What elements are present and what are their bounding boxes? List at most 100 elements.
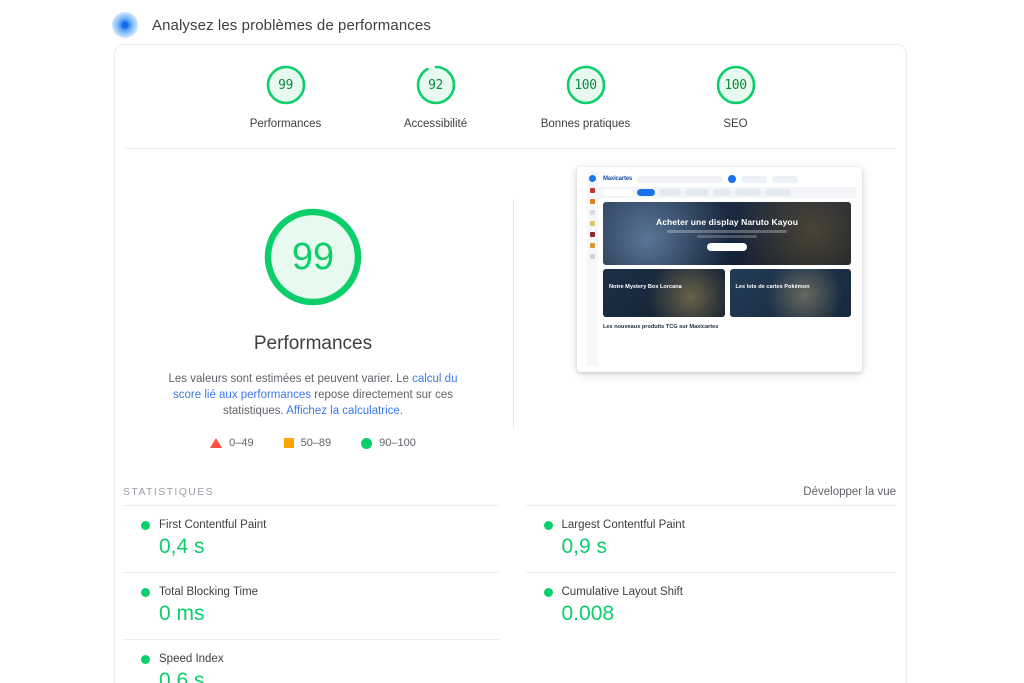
screenshot-side-rail (587, 171, 598, 366)
category-bonnes-pratiques[interactable]: 100 Bonnes pratiques (537, 63, 635, 130)
screenshot-hero-banner: Acheter une display Naruto Kayou (603, 202, 851, 265)
screenshot-search-field (637, 175, 724, 183)
rail-icon-3 (590, 210, 595, 215)
gauge-overall-value: 99 (291, 235, 335, 278)
screenshot-support-link (741, 175, 768, 183)
screenshot-promo-cards: Notre Mystery Box Lorcana Les lots de ca… (603, 269, 851, 317)
category-accessibilite[interactable]: 92 Accessibilité (387, 63, 485, 130)
metric-name: Cumulative Layout Shift (561, 586, 683, 598)
metric-row[interactable]: First Contentful Paint 0,4 s (123, 505, 500, 572)
category-seo[interactable]: 100 SEO (687, 63, 785, 130)
gauge-value: 100 (574, 77, 597, 93)
gauge-accessibilite: 92 (414, 63, 458, 107)
category-label: Bonnes pratiques (540, 118, 631, 130)
page-title: Analysez les problèmes de performances (152, 16, 431, 34)
nav-active-chip (637, 189, 655, 196)
metric-name: First Contentful Paint (159, 519, 267, 531)
calculator-link[interactable]: Affichez la calculatrice (286, 405, 400, 417)
screenshot-hero-subline-1 (667, 229, 787, 233)
nav-chip-5 (735, 189, 761, 196)
screenshot-navbar (598, 187, 856, 198)
screenshot-account-link (772, 175, 799, 183)
final-screenshot-thumbnail[interactable]: Maxicartes Acheter une display Naruto Ka… (577, 167, 862, 372)
category-label: Performances (249, 118, 322, 130)
metric-header: Largest Contentful Paint (526, 519, 897, 531)
nav-chip-3 (685, 189, 709, 196)
metric-row[interactable]: Total Blocking Time 0 ms (123, 572, 500, 639)
legend-item-fail: 0–49 (210, 437, 254, 449)
score-legend: 0–49 50–89 90–100 (210, 437, 416, 449)
gauge-bonnes-pratiques: 100 (564, 63, 608, 107)
screenshot-section-title: Les nouveaux produits TCG sur Maxicartes (603, 324, 719, 330)
rail-icon-7 (590, 254, 595, 259)
category-performances[interactable]: 99 Performances (237, 63, 335, 130)
nav-catalog-chip (603, 189, 633, 196)
metric-name: Largest Contentful Paint (561, 519, 685, 531)
page-heading: Analysez les problèmes de performances (112, 12, 431, 38)
circle-pass-icon (543, 520, 553, 530)
legend-range: 50–89 (300, 437, 332, 449)
statistics-grid: First Contentful Paint 0,4 s Total Block… (115, 505, 906, 683)
category-score-strip: 99 Performances 92 Accessibilité 100 Bon… (115, 45, 906, 149)
metric-name: Total Blocking Time (159, 586, 259, 598)
statistics-column-left: First Contentful Paint 0,4 s Total Block… (123, 505, 510, 683)
category-label: Accessibilité (403, 118, 468, 130)
circle-pass-icon (141, 520, 150, 530)
screenshot-page-body: Maxicartes Acheter une display Naruto Ka… (598, 171, 856, 366)
hero-description: Les valeurs sont estimées et peuvent var… (153, 371, 473, 419)
rail-icon-2 (590, 199, 595, 204)
screenshot-search-button-icon (728, 175, 737, 183)
gauge-seo: 100 (714, 63, 758, 107)
legend-item-pass: 90–100 (361, 437, 416, 449)
legend-range: 90–100 (379, 437, 416, 449)
metric-value: 0,6 s (159, 669, 205, 683)
metric-value: 0,4 s (159, 535, 205, 558)
metric-row[interactable]: Cumulative Layout Shift 0.008 (525, 572, 896, 639)
gauge-performances: 99 (264, 63, 308, 107)
square-average-icon (283, 438, 294, 448)
hero-desc-part3: . (399, 405, 404, 417)
nav-chip-4 (713, 189, 731, 196)
screenshot-promo-card-1: Notre Mystery Box Lorcana (603, 269, 725, 317)
hero-score-panel: 99 Performances Les valeurs sont estimée… (115, 149, 511, 479)
hero-desc-part1: Les valeurs sont estimées et peuvent var… (168, 373, 413, 385)
screenshot-hero-headline: Acheter une display Naruto Kayou (655, 216, 799, 227)
final-screenshot-panel: Maxicartes Acheter une display Naruto Ka… (511, 149, 906, 479)
metric-row[interactable]: Largest Contentful Paint 0,9 s (525, 505, 897, 572)
hero-title: Performances (253, 333, 373, 354)
triangle-fail-icon (210, 438, 223, 448)
statistics-header: STATISTIQUES Développer la vue (115, 479, 906, 505)
metric-value: 0 ms (159, 602, 205, 625)
rail-icon-6 (590, 243, 595, 248)
metric-value: 0,9 s (561, 535, 608, 558)
rail-avatar-icon (589, 175, 596, 182)
screenshot-promo-card-2: Les lots de cartes Pokémon (730, 269, 852, 317)
circle-pass-icon (361, 437, 373, 449)
metric-name: Speed Index (159, 653, 224, 665)
hero-section: 99 Performances Les valeurs sont estimée… (115, 149, 906, 479)
screenshot-site-logo: Maxicartes (603, 176, 633, 182)
screenshot-topbar: Maxicartes (598, 171, 856, 187)
legend-item-average: 50–89 (283, 437, 332, 449)
metric-row[interactable]: Speed Index 0,6 s (123, 639, 500, 683)
screenshot-hero-cta-button (707, 242, 747, 251)
gauge-value: 92 (428, 77, 443, 93)
metric-header: Total Blocking Time (123, 586, 500, 598)
metric-value: 0.008 (561, 602, 615, 625)
circle-pass-icon (141, 587, 150, 597)
expand-view-button[interactable]: Développer la vue (803, 486, 896, 498)
analysis-dot-icon (112, 12, 138, 38)
gauge-overall-performance: 99 (259, 203, 367, 311)
promo-card-2-title: Les lots de cartes Pokémon (735, 284, 810, 290)
statistics-column-right: Largest Contentful Paint 0,9 s Cumulativ… (510, 505, 897, 683)
rail-icon-4 (590, 221, 595, 226)
metric-header: Speed Index (123, 653, 500, 665)
category-label: SEO (723, 118, 748, 130)
nav-chip-6 (765, 189, 791, 196)
promo-card-1-title: Notre Mystery Box Lorcana (609, 284, 682, 290)
screenshot-inner: Maxicartes Acheter une display Naruto Ka… (587, 171, 856, 366)
screenshot-hero-subline-2 (697, 234, 757, 238)
rail-icon-5 (590, 232, 595, 237)
gauge-value: 100 (724, 77, 747, 93)
metric-header: First Contentful Paint (123, 519, 500, 531)
